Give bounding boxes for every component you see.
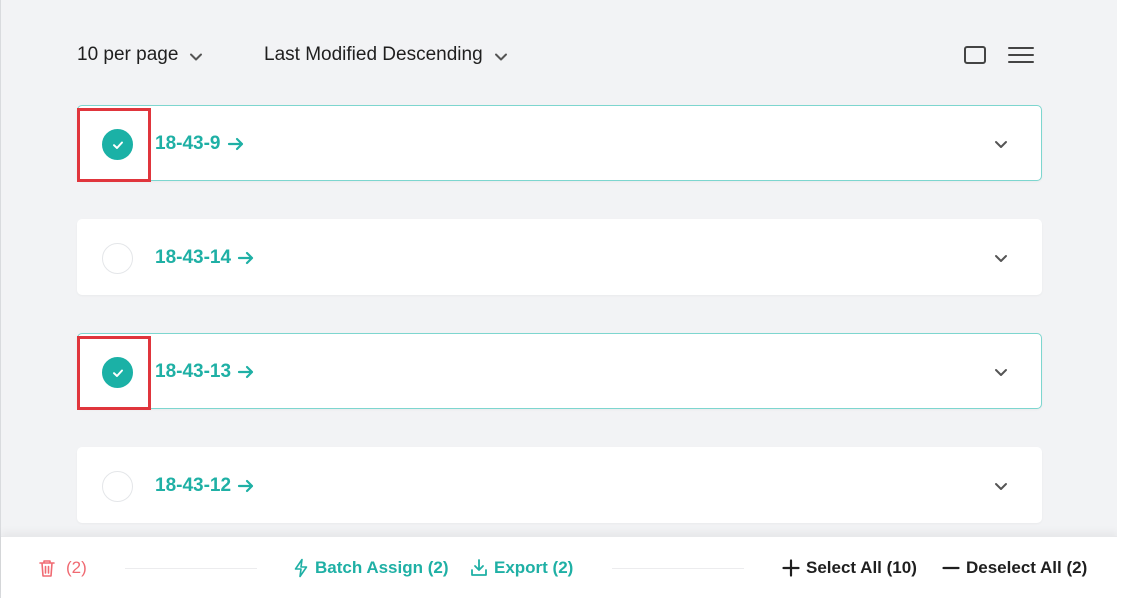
delete-count: (2)	[66, 558, 87, 577]
divider	[612, 568, 744, 569]
plus-icon	[782, 559, 800, 577]
per-page-label: 10 per page	[77, 44, 179, 65]
list-toolbar: 10 per page Last Modified Descending	[77, 38, 1042, 72]
download-icon	[471, 559, 487, 576]
item-title: 18-43-9	[155, 133, 221, 154]
select-all-button[interactable]: Select All (10)	[782, 555, 917, 581]
arrow-right-icon	[227, 137, 243, 151]
item-link[interactable]: 18-43-12	[155, 473, 255, 499]
batch-assign-label: Batch Assign (2)	[315, 558, 449, 577]
select-checkbox[interactable]	[102, 129, 133, 160]
minus-icon	[942, 566, 960, 570]
deselect-all-label: Deselect All (2)	[966, 558, 1088, 577]
export-button[interactable]: Export (2)	[470, 555, 573, 581]
arrow-right-icon	[237, 365, 254, 379]
list-item[interactable]: 18-43-14	[77, 219, 1042, 295]
item-link[interactable]: 18-43-14	[155, 245, 255, 271]
export-label: Export (2)	[494, 558, 574, 577]
chevron-down-icon	[493, 49, 509, 65]
divider	[125, 568, 257, 569]
arrow-right-icon	[237, 251, 254, 265]
trash-icon	[39, 560, 55, 577]
deselect-all-button[interactable]: Deselect All (2)	[942, 555, 1087, 581]
chevron-down-icon	[188, 49, 204, 65]
select-all-label: Select All (10)	[806, 558, 917, 577]
view-toggles	[962, 42, 1034, 68]
card-view-icon[interactable]	[962, 42, 988, 68]
bulk-action-bar: (2) Batch Assign (2) Export (2) Select A…	[1, 536, 1118, 598]
scrollbar[interactable]	[1117, 0, 1136, 598]
sort-label: Last Modified Descending	[264, 44, 483, 65]
arrow-right-icon	[237, 479, 254, 493]
expand-chevron-icon[interactable]	[991, 476, 1011, 496]
item-link[interactable]: 18-43-9	[155, 131, 245, 157]
item-title: 18-43-14	[155, 247, 232, 268]
select-checkbox[interactable]	[102, 243, 133, 274]
per-page-dropdown[interactable]: 10 per page	[77, 38, 204, 72]
expand-chevron-icon[interactable]	[991, 248, 1011, 268]
list-item[interactable]: 18-43-9	[77, 105, 1042, 182]
list-item[interactable]: 18-43-12	[77, 447, 1042, 523]
list-view-icon[interactable]	[1008, 42, 1034, 68]
main-content: 10 per page Last Modified Descending 18-…	[0, 0, 1118, 598]
delete-button[interactable]: (2)	[38, 555, 87, 581]
item-title: 18-43-13	[155, 361, 232, 382]
item-title: 18-43-12	[155, 475, 232, 496]
select-checkbox[interactable]	[102, 357, 133, 388]
expand-chevron-icon[interactable]	[991, 362, 1011, 382]
expand-chevron-icon[interactable]	[991, 134, 1011, 154]
lightning-icon	[294, 558, 308, 578]
sort-dropdown[interactable]: Last Modified Descending	[264, 38, 509, 72]
item-link[interactable]: 18-43-13	[155, 359, 255, 385]
select-checkbox[interactable]	[102, 471, 133, 502]
batch-assign-button[interactable]: Batch Assign (2)	[293, 555, 449, 581]
list-item[interactable]: 18-43-13	[77, 333, 1042, 410]
